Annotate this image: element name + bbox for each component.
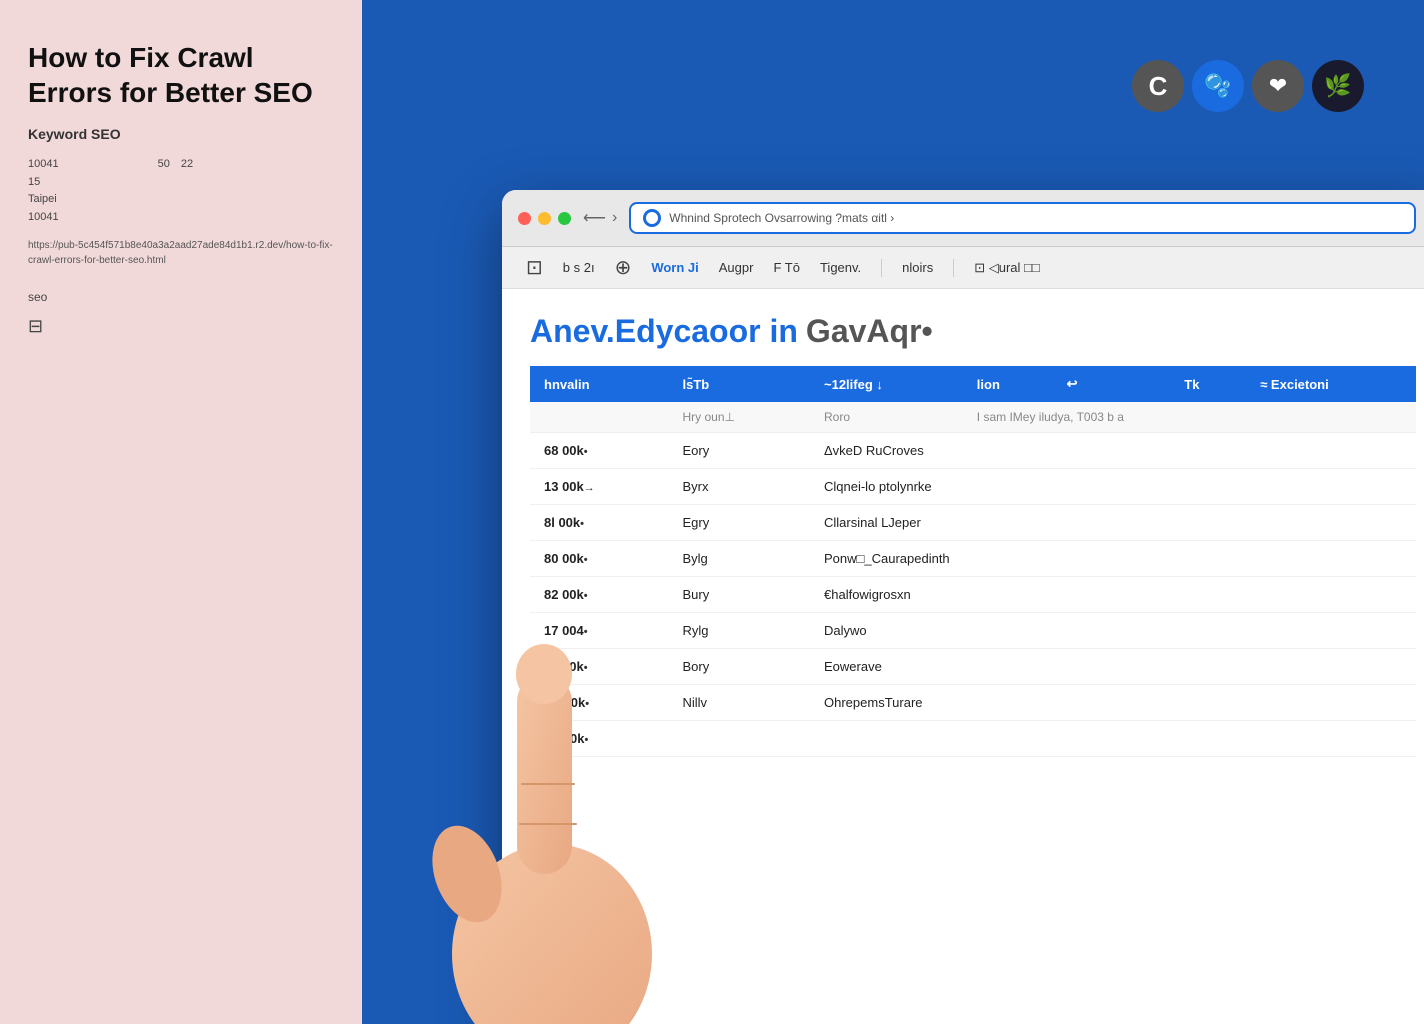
table-header-row: hnvalin ls̃Tb ~12lifeg ↓ lion ↩ Tk ≈ Exc… — [530, 366, 1416, 402]
address-circle-icon — [643, 209, 661, 227]
cell-col2: Byrx — [668, 469, 810, 505]
logo-2: 🫧 — [1192, 60, 1244, 112]
toolbar-separator — [881, 259, 882, 277]
meta-line1: 10041 50 22 — [28, 158, 215, 170]
toolbar-worn-ji[interactable]: Worn Ji — [651, 260, 698, 275]
traffic-lights — [518, 212, 571, 225]
close-button[interactable] — [518, 212, 531, 225]
meta-code: 10041 — [28, 211, 59, 223]
cell-col3: ΔvkeD RuCroves — [810, 433, 1416, 469]
browser-content: Anev.Edycaoor in GavAqr• hnvalin ls̃Tb ~… — [502, 289, 1424, 1024]
data-table: hnvalin ls̃Tb ~12lifeg ↓ lion ↩ Tk ≈ Exc… — [530, 366, 1416, 757]
meta-city: Taipei — [28, 193, 57, 205]
toolbar-aural[interactable]: ⊡ ◁ural □□ — [974, 260, 1040, 276]
cell-col3: Eowerave — [810, 649, 1416, 685]
cell-col3 — [810, 721, 1416, 757]
browser-window: ⟵ › Whnind Sprotech Ovsarrowing ?mats αi… — [502, 190, 1424, 1024]
cell-col2: Eory — [668, 433, 810, 469]
cell-num: 32 00k• — [530, 649, 668, 685]
table-row: 8F 00k• — [530, 721, 1416, 757]
cell-col3: Ponw□_Caurapedinth — [810, 541, 1416, 577]
cell-col2: Bylg — [668, 541, 810, 577]
page-url[interactable]: https://pub-5c454f571b8e40a3a2aad27ade84… — [28, 238, 334, 268]
cell-col2: Bory — [668, 649, 810, 685]
cell-col3: €halfowigrosxn — [810, 577, 1416, 613]
table-row: 32 00k• Bory Eowerave — [530, 649, 1416, 685]
sub-col-3: I sam IMey iludya, T003 b a — [963, 402, 1416, 433]
address-text: Whnind Sprotech Ovsarrowing ?mats αitl › — [669, 211, 1402, 225]
col-header-0: hnvalin — [530, 366, 668, 402]
cell-col2 — [668, 721, 810, 757]
top-logos: C 🫧 ❤ 🌿 — [1132, 60, 1364, 112]
toolbar-separator-2 — [953, 259, 954, 277]
meta-info: 10041 50 22 15 Taipei 10041 — [28, 156, 334, 226]
tag-label: seo — [28, 290, 334, 304]
col-header-6: Tk — [1170, 366, 1246, 402]
col-header-3: lion — [963, 366, 1053, 402]
cell-num: 8F 00k• — [530, 721, 668, 757]
title-part3: in — [769, 313, 797, 349]
browser-chrome: ⟵ › Whnind Sprotech Ovsarrowing ?mats αi… — [502, 190, 1424, 247]
table-row: 82 00k• Bury €halfowigrosxn — [530, 577, 1416, 613]
cell-num: 82 00k• — [530, 577, 668, 613]
cell-num: S0 00k• — [530, 685, 668, 721]
cell-num: 17 004• — [530, 613, 668, 649]
keyword-label: Keyword SEO — [28, 126, 334, 142]
sidebar-action-icon[interactable]: ⊟ — [28, 316, 334, 337]
col-header-7: ≈ Excietoni — [1246, 366, 1416, 402]
logo-3: ❤ — [1252, 60, 1304, 112]
toolbar-icon-2[interactable]: ⊕ — [615, 255, 632, 280]
cell-col3: Cllarsinal LJeper — [810, 505, 1416, 541]
cell-col2: Egry — [668, 505, 810, 541]
cell-num: 80 00k• — [530, 541, 668, 577]
logo-1: C — [1132, 60, 1184, 112]
col-header-2: ~12lifeg ↓ — [810, 366, 963, 402]
cell-col2: Bury — [668, 577, 810, 613]
toolbar-nloirs[interactable]: nloirs — [902, 260, 933, 275]
content-header: Anev.Edycaoor in GavAqr• — [530, 313, 1416, 350]
title-part1: Anev. — [530, 313, 615, 349]
sidebar: How to Fix Crawl Errors for Better SEO K… — [0, 0, 362, 1024]
toolbar-tiger[interactable]: Tigenv. — [820, 260, 861, 275]
sub-col-1: Hry oun⊥ — [668, 402, 810, 433]
content-subtitle: GavAqr• — [806, 313, 933, 350]
table-row: S0 00k• Nillv OhrepemsTurare — [530, 685, 1416, 721]
toolbar-augpr[interactable]: Augpr — [719, 260, 754, 275]
cell-col2: Rylg — [668, 613, 810, 649]
toolbar-item-1[interactable]: b s 2ı — [563, 260, 595, 275]
sub-col-2: Roro — [810, 402, 963, 433]
minimize-button[interactable] — [538, 212, 551, 225]
col-header-1: ls̃Tb — [668, 366, 810, 402]
nav-back-icon[interactable]: ⟵ — [583, 208, 606, 228]
col-header-4: ↩ — [1053, 366, 1121, 402]
table-row: 13 00k→ Byrx Clqnei-lo ptolynrke — [530, 469, 1416, 505]
table-row: 68 00k• Eory ΔvkeD RuCroves — [530, 433, 1416, 469]
table-row: 80 00k• Bylg Ponw□_Caurapedinth — [530, 541, 1416, 577]
toolbar-to[interactable]: F Tō — [773, 260, 800, 275]
sub-col-0 — [530, 402, 668, 433]
meta-line2: 15 — [28, 176, 40, 188]
cell-num: 13 00k→ — [530, 469, 668, 505]
table-subheader: Hry oun⊥ Roro I sam IMey iludya, T003 b … — [530, 402, 1416, 433]
cell-col2: Nillv — [668, 685, 810, 721]
cell-num: 8l 00k• — [530, 505, 668, 541]
logo-4: 🌿 — [1312, 60, 1364, 112]
cell-num: 68 00k• — [530, 433, 668, 469]
address-bar[interactable]: Whnind Sprotech Ovsarrowing ?mats αitl › — [629, 202, 1416, 234]
browser-toolbar: ⊡ b s 2ı ⊕ Worn Ji Augpr F Tō Tigenv. nl… — [502, 247, 1424, 289]
col-header-5 — [1121, 366, 1170, 402]
title-part2: Edycaoor — [615, 313, 761, 349]
main-area: C 🫧 ❤ 🌿 ⟵ › Whnind Sprotech Ovsarrowing … — [362, 0, 1424, 1024]
cell-col3: OhrepemsTurare — [810, 685, 1416, 721]
toolbar-icon-1[interactable]: ⊡ — [526, 255, 543, 280]
cell-col3: Dalywo — [810, 613, 1416, 649]
browser-nav: ⟵ › — [583, 208, 617, 228]
page-title: How to Fix Crawl Errors for Better SEO — [28, 40, 334, 110]
maximize-button[interactable] — [558, 212, 571, 225]
nav-forward-icon[interactable]: › — [612, 209, 617, 227]
content-title-1: Anev.Edycaoor in — [530, 313, 798, 350]
table-row: 17 004• Rylg Dalywo — [530, 613, 1416, 649]
cell-col3: Clqnei-lo ptolynrke — [810, 469, 1416, 505]
table-row: 8l 00k• Egry Cllarsinal LJeper — [530, 505, 1416, 541]
